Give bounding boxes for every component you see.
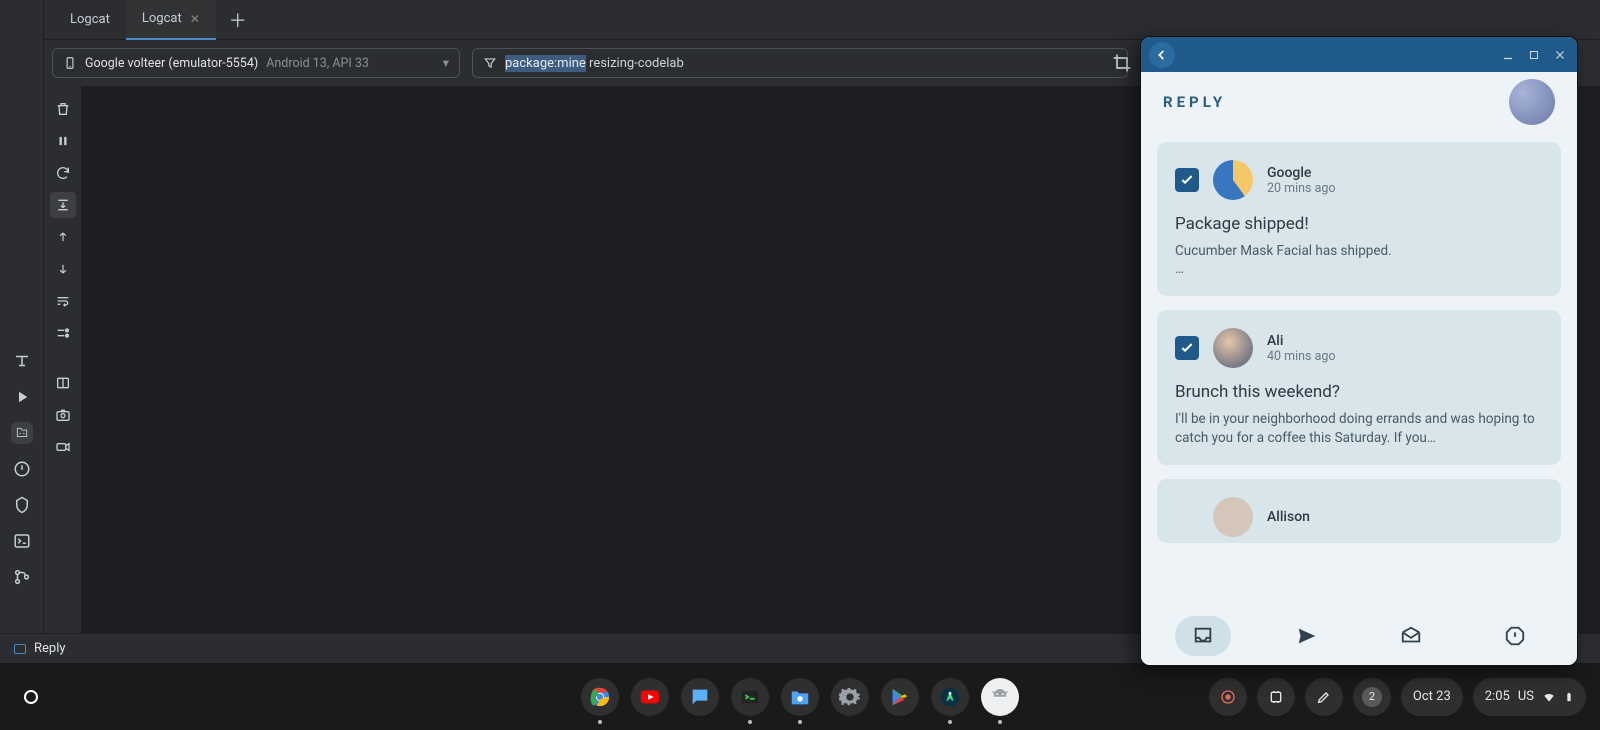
nav-drafts[interactable] (1383, 616, 1439, 656)
logcat-filter-input[interactable]: package:mine resizing-codelab (472, 48, 1128, 78)
chevron-down-icon: ▾ (443, 55, 449, 71)
nav-spam[interactable] (1487, 616, 1543, 656)
dock (581, 678, 1019, 716)
emulator-back-button[interactable] (1149, 42, 1175, 68)
stop-recording-button[interactable] (1209, 678, 1247, 716)
tab-label: Logcat (142, 11, 182, 26)
app-title: REPLY (1163, 93, 1226, 111)
bottom-nav (1141, 607, 1577, 665)
emulator-window: REPLY Google 20 mins ago Package shipped… (1140, 36, 1578, 666)
problems-icon[interactable] (11, 458, 33, 480)
app-quality-icon[interactable] (11, 494, 33, 516)
configure-log-icon[interactable] (50, 320, 76, 346)
filter-icon (483, 56, 497, 70)
email-card[interactable]: Google 20 mins ago Package shipped! Cucu… (1157, 142, 1561, 296)
profile-avatar[interactable] (1509, 79, 1555, 125)
chrome-app-icon[interactable] (581, 678, 619, 716)
add-tab-button[interactable]: ＋ (224, 7, 252, 33)
settings-app-icon[interactable] (831, 678, 869, 716)
screenshot-crop-icon[interactable] (1112, 53, 1132, 73)
sender-avatar (1213, 497, 1253, 537)
logcat-side-toolbar (44, 86, 82, 633)
soft-wrap-icon[interactable] (50, 288, 76, 314)
files-app-icon[interactable] (781, 678, 819, 716)
device-icon (63, 56, 77, 70)
wifi-icon (1542, 690, 1556, 704)
logcat-tabs: Logcat Logcat ✕ ＋ (44, 0, 1600, 40)
time-label: 2:05 (1485, 689, 1510, 704)
close-window-icon[interactable] (1551, 46, 1569, 64)
tray-pen-icon[interactable] (1305, 678, 1343, 716)
tray-extension-icon[interactable] (1257, 678, 1295, 716)
email-preview-2: … (1175, 260, 1543, 278)
email-preview: I'll be in your neighborhood doing erran… (1175, 410, 1543, 446)
vcs-tool-icon[interactable] (11, 566, 33, 588)
date-label: Oct 23 (1413, 689, 1451, 704)
record-icon[interactable] (50, 434, 76, 460)
prev-occurrence-icon[interactable] (50, 224, 76, 250)
ide-left-tool-strip (0, 0, 44, 663)
device-name: Google volteer (emulator-5554) (85, 56, 258, 71)
logcat-tool-icon[interactable] (11, 422, 33, 444)
email-preview: Cucumber Mask Facial has shipped. (1175, 242, 1543, 260)
youtube-app-icon[interactable] (631, 678, 669, 716)
nav-inbox[interactable] (1175, 616, 1231, 656)
app-header: REPLY (1141, 72, 1577, 132)
launcher-button[interactable] (18, 684, 44, 710)
sender-avatar (1213, 328, 1253, 368)
next-occurrence-icon[interactable] (50, 256, 76, 282)
play-store-app-icon[interactable] (881, 678, 919, 716)
run-icon[interactable] (11, 386, 33, 408)
email-time: 20 mins ago (1267, 181, 1336, 196)
tab-label: Logcat (70, 12, 110, 27)
maximize-icon[interactable] (1525, 46, 1543, 64)
scroll-to-end-icon[interactable] (50, 192, 76, 218)
tab-logcat-2[interactable]: Logcat ✕ (126, 0, 216, 40)
clear-log-icon[interactable] (50, 96, 76, 122)
close-tab-icon[interactable]: ✕ (190, 12, 200, 26)
keyboard-label: US (1518, 689, 1534, 704)
tab-logcat-1[interactable]: Logcat (54, 0, 126, 40)
notification-count-button[interactable]: 2 (1353, 678, 1391, 716)
filter-rest: resizing-codelab (586, 56, 684, 71)
notification-count: 2 (1362, 687, 1382, 707)
device-selector[interactable]: Google volteer (emulator-5554) Android 1… (52, 48, 460, 78)
terminal-app-icon[interactable] (731, 678, 769, 716)
email-subject: Package shipped! (1175, 214, 1543, 234)
select-checkbox[interactable] (1175, 336, 1199, 360)
sender-avatar (1213, 160, 1253, 200)
nav-sent[interactable] (1279, 616, 1335, 656)
emulator-app-icon[interactable] (981, 678, 1019, 716)
emulator-titlebar[interactable] (1141, 37, 1577, 72)
running-app-icon (14, 644, 26, 654)
filter-highlight: package:mine (505, 55, 586, 72)
running-app-label: Reply (34, 641, 66, 656)
battery-icon (1564, 689, 1574, 705)
screenshot-icon[interactable] (50, 402, 76, 428)
sender-name: Ali (1267, 333, 1336, 349)
email-card[interactable]: Allison (1157, 479, 1561, 543)
android-studio-app-icon[interactable] (931, 678, 969, 716)
sender-name: Google (1267, 165, 1336, 181)
os-taskbar: 2 Oct 23 2:05 US (0, 663, 1600, 730)
pause-log-icon[interactable] (50, 128, 76, 154)
email-subject: Brunch this weekend? (1175, 382, 1543, 402)
device-details: Android 13, API 33 (266, 56, 369, 71)
status-pill[interactable]: 2:05 US (1473, 678, 1586, 716)
terminal-tool-icon[interactable] (11, 530, 33, 552)
system-tray: 2 Oct 23 2:05 US (1209, 678, 1586, 716)
select-checkbox[interactable] (1175, 168, 1199, 192)
split-panel-icon[interactable] (50, 370, 76, 396)
messages-app-icon[interactable] (681, 678, 719, 716)
minimize-icon[interactable] (1499, 46, 1517, 64)
restart-log-icon[interactable] (50, 160, 76, 186)
sender-name: Allison (1267, 509, 1310, 525)
email-card[interactable]: Ali 40 mins ago Brunch this weekend? I'l… (1157, 310, 1561, 464)
date-pill[interactable]: Oct 23 (1401, 678, 1463, 716)
type-tool-icon[interactable] (11, 350, 33, 372)
email-list[interactable]: Google 20 mins ago Package shipped! Cucu… (1141, 132, 1577, 607)
email-time: 40 mins ago (1267, 349, 1336, 364)
